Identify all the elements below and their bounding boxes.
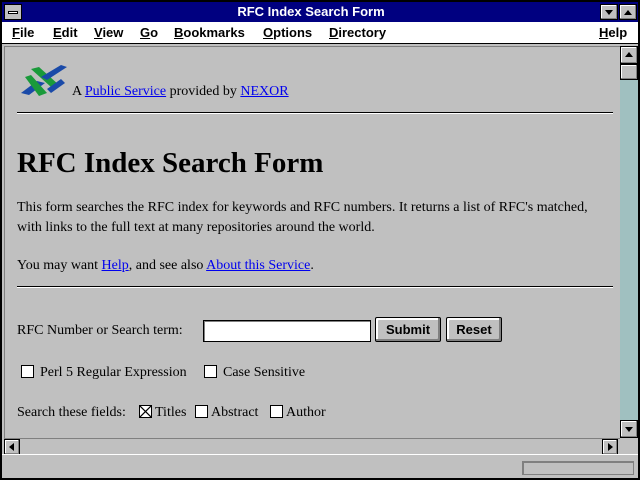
maximize-icon xyxy=(624,10,632,15)
provider-header: A Public Service provided by NEXOR xyxy=(17,63,613,103)
menu-help[interactable]: Help xyxy=(599,25,627,41)
minimize-icon xyxy=(605,10,613,15)
search-row: RFC Number or Search term: Submit Reset xyxy=(17,316,613,346)
titles-checkbox[interactable] xyxy=(139,405,152,418)
help-suffix: . xyxy=(310,258,314,273)
system-menu-icon xyxy=(8,11,18,14)
menu-bookmarks[interactable]: Bookmarks xyxy=(174,25,245,41)
menu-directory[interactable]: Directory xyxy=(329,25,386,41)
menu-options[interactable]: Options xyxy=(263,25,312,41)
menu-go[interactable]: Go xyxy=(140,25,158,41)
menu-help-hotkey: H xyxy=(599,25,609,40)
provided-prefix: A xyxy=(72,84,85,99)
provided-by-line: A Public Service provided by NEXOR xyxy=(72,83,289,101)
fields-label: Search these fields: xyxy=(17,405,126,420)
page-description: This form searches the RFC index for key… xyxy=(17,200,588,235)
about-service-link[interactable]: About this Service xyxy=(206,258,310,273)
browser-window: RFC Index Search Form File Edit View Go … xyxy=(0,0,640,480)
case-sensitive-label: Case Sensitive xyxy=(223,365,306,380)
menu-file-label: ile xyxy=(19,25,35,40)
top-divider xyxy=(17,112,613,114)
menu-view[interactable]: View xyxy=(94,25,123,41)
menu-bookmarks-hotkey: B xyxy=(174,25,184,40)
menu-directory-hotkey: D xyxy=(329,25,339,40)
title-bar: RFC Index Search Form xyxy=(2,2,638,22)
options-row: Perl 5 Regular Expression Case Sensitive xyxy=(17,362,613,384)
menu-edit-hotkey: E xyxy=(53,25,62,40)
author-label: Author xyxy=(286,405,326,420)
page-content: A Public Service provided by NEXOR RFC I… xyxy=(17,63,613,424)
menu-directory-label: irectory xyxy=(338,25,387,40)
menu-file[interactable]: File xyxy=(12,25,34,41)
window-title: RFC Index Search Form xyxy=(237,4,385,19)
form-divider xyxy=(17,286,613,288)
checkmark-icon xyxy=(139,405,152,418)
help-middle: , and see also xyxy=(128,258,207,273)
public-service-link[interactable]: Public Service xyxy=(85,84,166,99)
page-title: RFC Index Search Form xyxy=(17,147,324,179)
menu-bookmarks-label: ookmarks xyxy=(183,25,245,40)
search-input[interactable] xyxy=(203,320,371,342)
menu-file-hotkey: F xyxy=(12,25,20,40)
nexor-logo-icon xyxy=(21,65,67,96)
menu-edit-label: dit xyxy=(61,25,78,40)
scroll-down-icon xyxy=(625,427,633,432)
menu-edit[interactable]: Edit xyxy=(53,25,78,41)
help-link[interactable]: Help xyxy=(102,258,129,273)
scroll-down-button[interactable] xyxy=(620,420,638,438)
content-viewport[interactable]: A Public Service provided by NEXOR RFC I… xyxy=(4,46,620,438)
titles-label: Titles xyxy=(155,405,187,420)
menu-help-label: elp xyxy=(608,25,628,40)
abstract-label: Abstract xyxy=(211,405,259,420)
fields-row: Search these fields: Titles Abstract Aut… xyxy=(17,402,613,424)
help-line: You may want Help, and see also About th… xyxy=(17,256,613,276)
horizontal-scrollbar[interactable] xyxy=(4,438,620,455)
abstract-checkbox[interactable] xyxy=(195,405,208,418)
vertical-scrollbar[interactable] xyxy=(620,46,638,438)
case-sensitive-checkbox[interactable] xyxy=(204,365,217,378)
scroll-left-icon xyxy=(9,443,14,451)
scroll-left-button[interactable] xyxy=(4,439,20,455)
menu-options-label: ptions xyxy=(273,25,313,40)
submit-button[interactable]: Submit xyxy=(375,317,441,342)
reset-button[interactable]: Reset xyxy=(446,317,502,342)
help-prefix: You may want xyxy=(17,258,102,273)
menu-go-hotkey: G xyxy=(140,25,151,40)
scroll-right-button[interactable] xyxy=(602,439,618,455)
menu-options-hotkey: O xyxy=(263,25,274,40)
menu-go-label: o xyxy=(150,25,159,40)
status-bar xyxy=(2,454,638,478)
nexor-link[interactable]: NEXOR xyxy=(240,84,288,99)
maximize-button[interactable] xyxy=(619,4,637,20)
menu-view-label: iew xyxy=(102,25,124,40)
regex-label: Perl 5 Regular Expression xyxy=(40,365,187,380)
provided-by-text: provided by xyxy=(166,84,241,99)
vertical-scroll-thumb[interactable] xyxy=(620,64,638,80)
scroll-right-icon xyxy=(608,443,613,451)
scroll-up-icon xyxy=(625,52,633,57)
status-progress-box xyxy=(522,461,634,475)
search-label: RFC Number or Search term: xyxy=(17,323,183,338)
minimize-button[interactable] xyxy=(600,4,618,20)
regex-checkbox[interactable] xyxy=(21,365,34,378)
status-text xyxy=(8,459,508,475)
system-menu-button[interactable] xyxy=(4,4,22,20)
menu-bar: File Edit View Go Bookmarks Options Dire… xyxy=(2,22,638,44)
scroll-up-button[interactable] xyxy=(620,46,638,64)
author-checkbox[interactable] xyxy=(270,405,283,418)
